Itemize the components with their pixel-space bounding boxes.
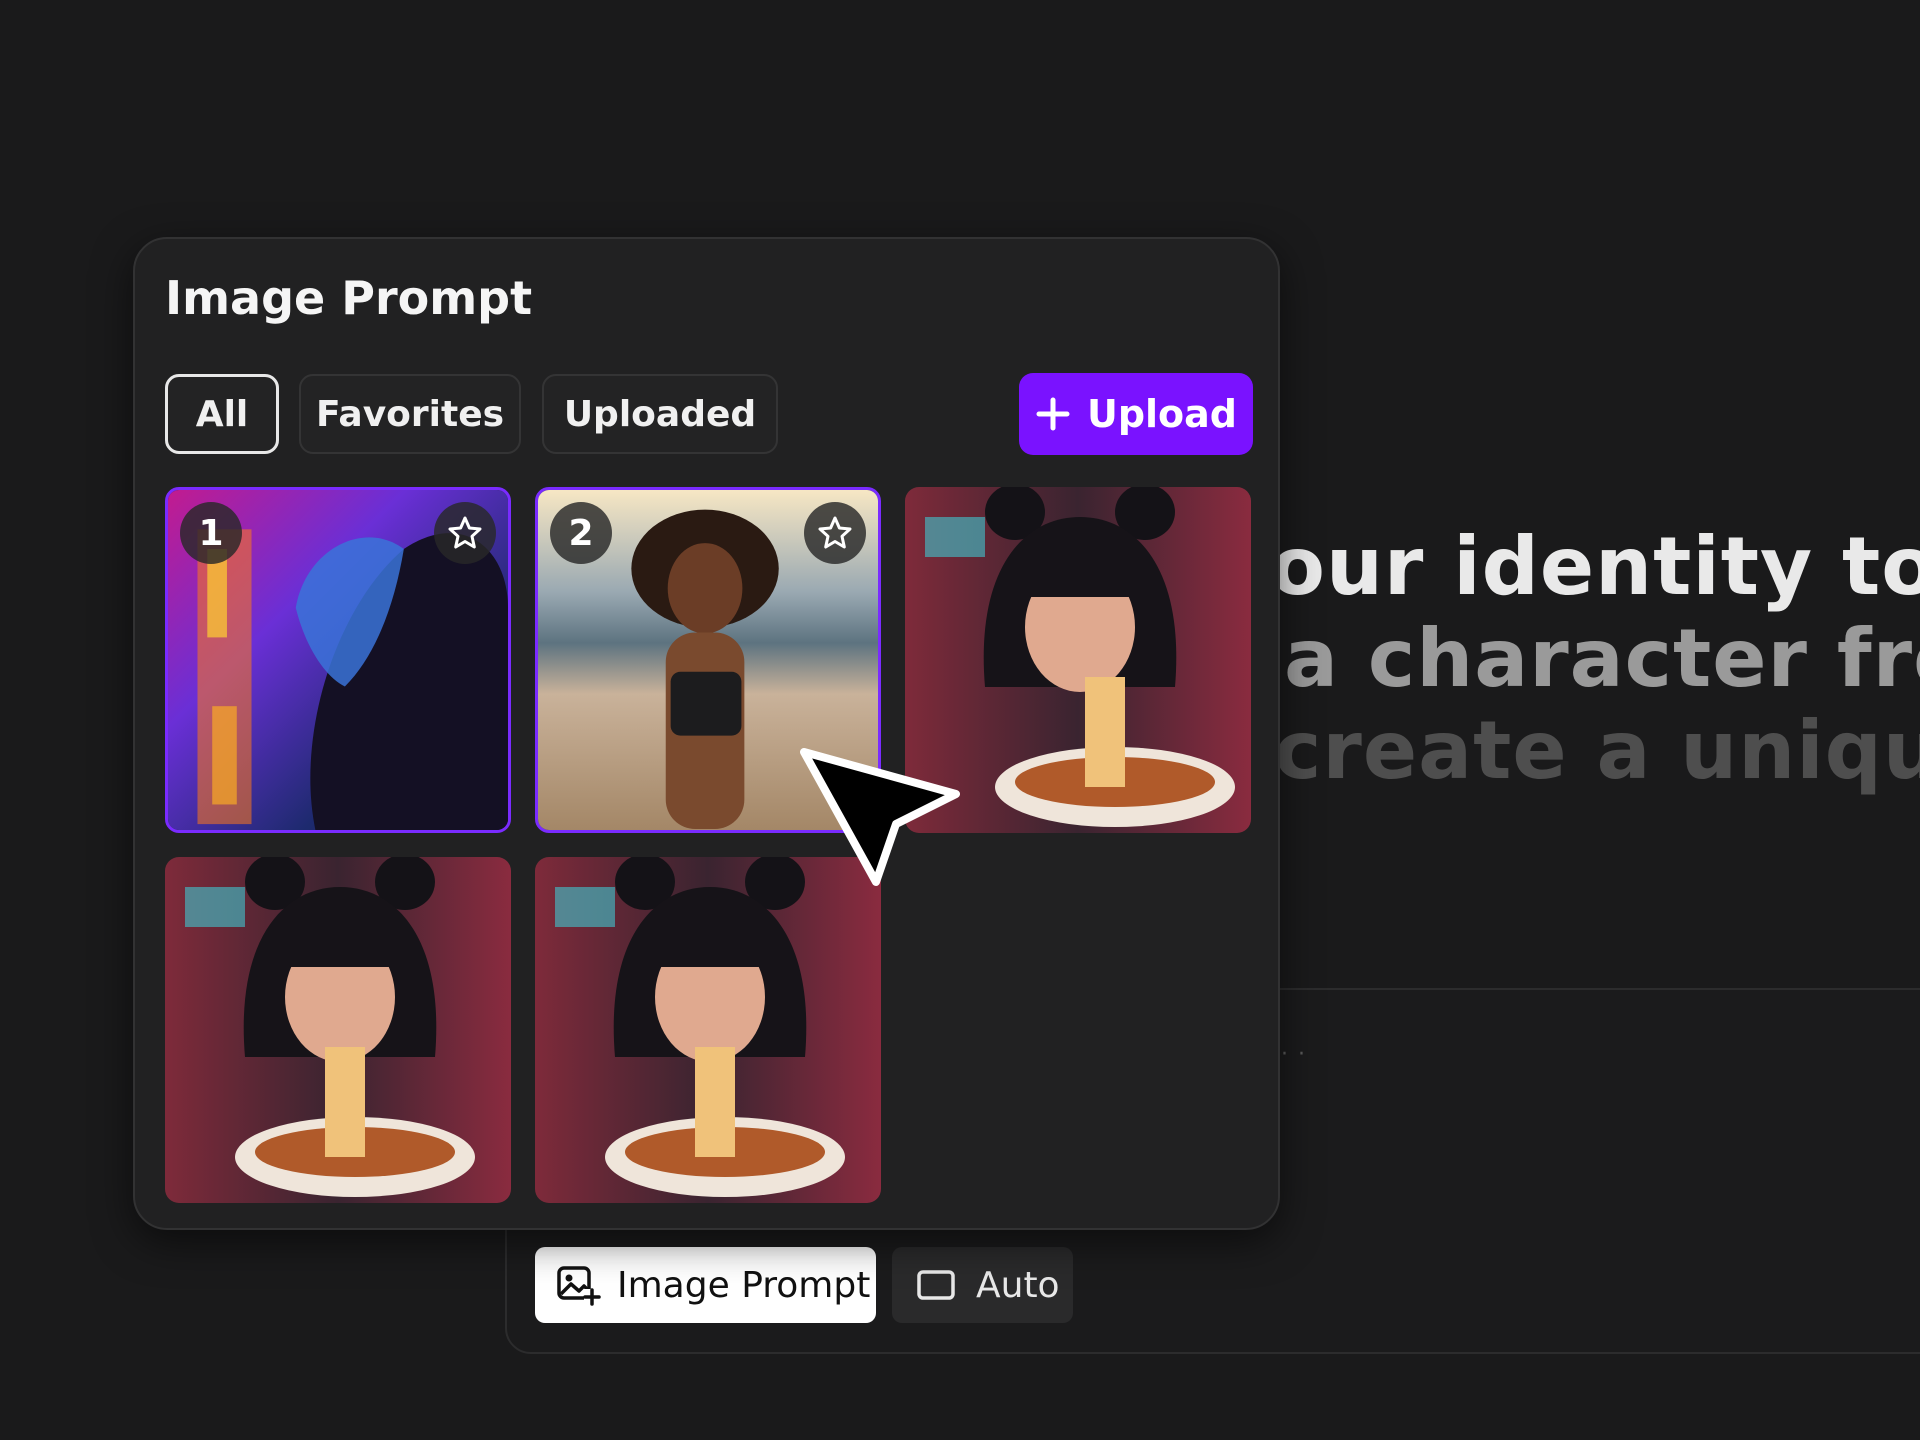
image-thumbnail[interactable]	[535, 857, 881, 1203]
thumbnail-photo	[535, 857, 881, 1203]
hero-line-3: create a unique p	[1274, 704, 1920, 797]
image-prompt-chip-label: Image Prompt	[617, 1264, 871, 1306]
image-number-badge: 1	[180, 502, 242, 564]
thumbnail-photo	[165, 857, 511, 1203]
upload-button[interactable]: Upload	[1019, 373, 1253, 455]
plus-icon	[1036, 397, 1070, 431]
mouse-pointer-icon	[800, 748, 960, 886]
star-icon	[818, 516, 852, 549]
hero-line-1: our identity to cr	[1270, 520, 1920, 613]
aspect-ratio-chip-label: Auto	[976, 1264, 1060, 1306]
hero-line-2: a character from	[1284, 612, 1920, 705]
filter-tab-uploaded[interactable]: Uploaded	[542, 374, 778, 454]
star-icon	[448, 516, 482, 549]
image-prompt-chip[interactable]: Image Prompt	[535, 1247, 876, 1323]
filter-tab-favorites[interactable]: Favorites	[299, 374, 521, 454]
favorite-button[interactable]	[434, 502, 496, 564]
typing-indicator: ··	[1281, 1042, 1315, 1067]
filter-tab-all[interactable]: All	[165, 374, 279, 454]
aspect-ratio-icon	[914, 1262, 960, 1308]
upload-button-label: Upload	[1086, 392, 1238, 436]
panel-title: Image Prompt	[165, 271, 533, 325]
image-prompt-panel: Image Prompt All Favorites Uploaded Uplo…	[133, 237, 1280, 1230]
aspect-ratio-chip[interactable]: Auto	[892, 1247, 1073, 1323]
hero-heading: our identity to cr a character from crea…	[1270, 520, 1920, 820]
image-thumbnail[interactable]: 1	[165, 487, 511, 833]
image-number-badge: 2	[550, 502, 612, 564]
favorite-button[interactable]	[804, 502, 866, 564]
image-add-icon	[555, 1262, 601, 1308]
image-thumbnail[interactable]	[165, 857, 511, 1203]
